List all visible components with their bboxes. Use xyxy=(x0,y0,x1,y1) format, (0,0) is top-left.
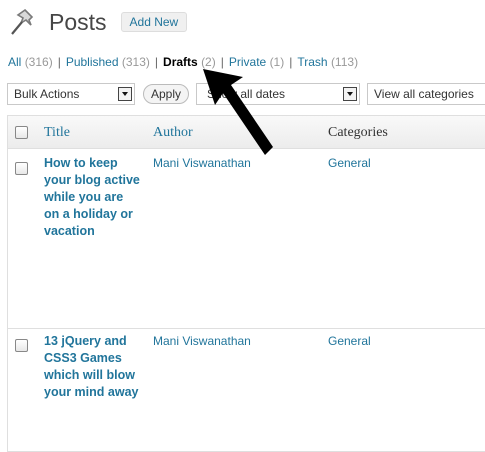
post-title-link[interactable]: How to keep your blog active while you a… xyxy=(44,155,140,240)
filter-trash-label: Trash xyxy=(297,55,328,69)
column-title[interactable]: Title xyxy=(44,125,70,141)
row-checkbox[interactable] xyxy=(15,162,28,175)
filter-trash[interactable]: Trash (113) xyxy=(297,55,358,69)
filter-separator: | xyxy=(154,55,159,69)
column-author[interactable]: Author xyxy=(153,125,193,141)
post-title-link[interactable]: 13 jQuery and CSS3 Games which will blow… xyxy=(44,333,140,401)
add-new-button[interactable]: Add New xyxy=(120,12,188,32)
arrow-annotation-icon xyxy=(203,69,273,155)
chevron-down-icon xyxy=(343,87,357,101)
column-categories: Categories xyxy=(328,125,388,140)
filter-published-count: (313) xyxy=(121,55,150,69)
categories-value: View all categories xyxy=(374,87,474,101)
post-category-link[interactable]: General xyxy=(328,156,371,170)
filter-published-label: Published xyxy=(65,55,119,69)
post-category-link[interactable]: General xyxy=(328,334,371,348)
filter-drafts-label: Drafts xyxy=(163,55,198,69)
filter-trash-count: (113) xyxy=(330,55,359,69)
post-author-link[interactable]: Mani Viswanathan xyxy=(153,334,251,348)
apply-button[interactable]: Apply xyxy=(143,84,189,104)
table-row: 13 jQuery and CSS3 Games which will blow… xyxy=(8,329,485,452)
bulk-actions-value: Bulk Actions xyxy=(14,87,80,101)
select-all-checkbox[interactable] xyxy=(15,126,28,139)
pushpin-icon xyxy=(8,7,42,37)
page-title: Posts xyxy=(49,8,107,35)
filter-all-count: (316) xyxy=(24,55,53,69)
filter-all-label: All xyxy=(8,55,22,69)
posts-table: Title Author Categories How to keep your… xyxy=(7,115,485,452)
filter-separator: | xyxy=(289,55,293,69)
filter-all[interactable]: All (316) xyxy=(8,55,53,69)
chevron-down-icon xyxy=(118,87,132,101)
status-filters: All (316) | Published (313) | Drafts (2) | Pri… xyxy=(8,55,358,69)
filter-published[interactable]: Published (313) xyxy=(66,55,150,69)
table-row: How to keep your blog active while you a… xyxy=(8,149,485,329)
row-checkbox[interactable] xyxy=(15,339,28,352)
categories-select[interactable]: View all categories xyxy=(367,83,485,105)
bulk-actions-select[interactable]: Bulk Actions xyxy=(7,83,135,105)
page-header: Posts Add New xyxy=(8,6,188,38)
filter-separator: | xyxy=(57,55,61,69)
